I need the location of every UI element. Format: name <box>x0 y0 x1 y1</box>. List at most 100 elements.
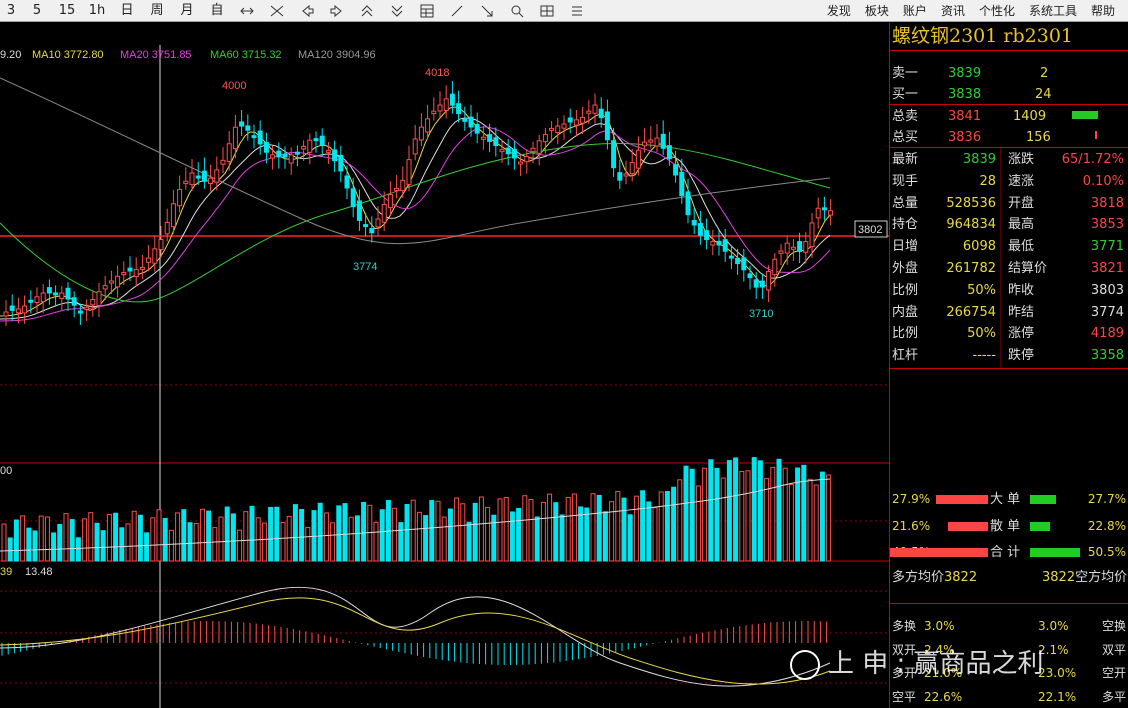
stat-value: 3358 <box>1090 348 1124 364</box>
stat-label: 持仓 <box>892 217 919 233</box>
volume-bar <box>571 493 577 562</box>
volume-bar <box>776 458 782 562</box>
layout-icon[interactable] <box>412 0 442 22</box>
period-custom[interactable]: 自 <box>202 0 232 22</box>
volume-bar <box>286 515 292 562</box>
candle <box>139 266 145 270</box>
arrow-right-icon[interactable] <box>322 0 352 22</box>
candle <box>363 224 369 228</box>
volume-bar <box>392 507 398 562</box>
line-draw-icon[interactable] <box>442 0 472 22</box>
volume-bar <box>82 518 88 562</box>
stat-label: 涨跌 <box>1008 152 1035 167</box>
candle <box>245 125 251 131</box>
volume-bar <box>689 468 695 562</box>
volume-bar <box>528 498 534 562</box>
tbuy-bar <box>1095 131 1097 139</box>
arrow-draw-icon[interactable] <box>472 0 502 22</box>
candle <box>270 154 276 159</box>
arrow-left-icon[interactable] <box>292 0 322 22</box>
candle <box>28 299 34 303</box>
flow-red-bar <box>936 495 988 504</box>
candle <box>468 116 474 128</box>
volume-bar <box>627 514 633 562</box>
period-5[interactable]: 5 <box>22 0 52 22</box>
menu-help[interactable]: 帮助 <box>1084 0 1122 22</box>
grid-icon[interactable] <box>532 0 562 22</box>
candle <box>189 172 195 186</box>
candle <box>828 210 834 216</box>
high-label-1: 4000 <box>222 80 246 92</box>
candle <box>673 164 679 176</box>
period-15[interactable]: 15 <box>52 0 82 22</box>
period-month[interactable]: 月 <box>172 0 202 22</box>
stat-label: 开盘 <box>1008 195 1035 211</box>
volume-bar <box>249 505 255 562</box>
menu-icon[interactable] <box>562 0 592 22</box>
candle <box>263 142 269 153</box>
candle <box>9 305 15 311</box>
candle <box>437 104 443 112</box>
volume-bar <box>75 537 81 562</box>
candle <box>84 306 90 310</box>
period-day[interactable]: 日 <box>112 0 142 22</box>
oc-left-value: 22.6% <box>924 689 963 704</box>
double-down-icon[interactable] <box>382 0 412 22</box>
period-3[interactable]: 3 <box>0 0 22 22</box>
candle <box>561 123 567 129</box>
volume-bar <box>782 467 788 562</box>
volume-bar <box>280 521 286 562</box>
tbuy-price: 3836 <box>948 130 982 145</box>
volume-bar <box>162 517 168 562</box>
candle <box>344 175 350 189</box>
candle <box>710 241 716 246</box>
candle <box>530 147 536 152</box>
flow-green-bar <box>1030 495 1056 504</box>
candle <box>170 203 176 228</box>
zoom-x-icon[interactable] <box>262 0 292 22</box>
oc-right-value: 23.0% <box>1038 666 1077 680</box>
flow-label: 散 单 <box>990 518 1021 534</box>
candle <box>542 134 548 143</box>
stat-label: 内盘 <box>892 304 919 320</box>
kline-chart[interactable]: 9.20 MA10 3772.80 MA20 3751.85 MA60 3715… <box>0 23 889 708</box>
oc-right-value: 22.1% <box>1038 689 1077 704</box>
menu-discover[interactable]: 发现 <box>820 0 858 22</box>
volume-bar <box>522 495 528 562</box>
legend-cut: 9.20 <box>0 49 21 61</box>
volume-bar <box>150 517 156 562</box>
sell1-price: 3839 <box>948 66 982 81</box>
menu-personalize[interactable]: 个性化 <box>972 0 1022 22</box>
ref-price-label: 3802 <box>858 224 882 236</box>
zoom-h-icon[interactable] <box>232 0 262 22</box>
candle <box>183 180 189 185</box>
sell1-label: 卖一 <box>892 66 919 81</box>
stat-label: 涨停 <box>1008 326 1035 342</box>
volume-bar <box>20 515 26 562</box>
candle <box>338 154 344 172</box>
candle <box>40 292 46 303</box>
candle <box>77 310 83 314</box>
menu-account[interactable]: 账户 <box>896 0 934 22</box>
period-week[interactable]: 周 <box>142 0 172 22</box>
oc-right-label: 空开 <box>1101 666 1126 680</box>
volume-bar <box>361 501 367 562</box>
period-1h[interactable]: 1h <box>82 0 112 22</box>
volume-bar <box>702 467 708 562</box>
low-label-2: 3710 <box>749 308 773 320</box>
volume-bar <box>447 508 453 562</box>
menu-tools[interactable]: 系统工具 <box>1022 0 1084 22</box>
volume-bar <box>26 527 32 562</box>
flow-left-value: 21.6% <box>892 518 931 533</box>
candle <box>3 311 9 317</box>
stat-value: 50% <box>967 326 996 342</box>
menu-sector[interactable]: 板块 <box>858 0 896 22</box>
search-icon[interactable] <box>502 0 532 22</box>
double-up-icon[interactable] <box>352 0 382 22</box>
menu-news[interactable]: 资讯 <box>934 0 972 22</box>
volume-bar <box>13 519 19 562</box>
watermark-text: 上 申 : 赢商品之利 <box>790 643 1044 680</box>
candle <box>480 136 486 140</box>
candle <box>722 239 728 252</box>
stat-label: 总量 <box>892 195 919 211</box>
